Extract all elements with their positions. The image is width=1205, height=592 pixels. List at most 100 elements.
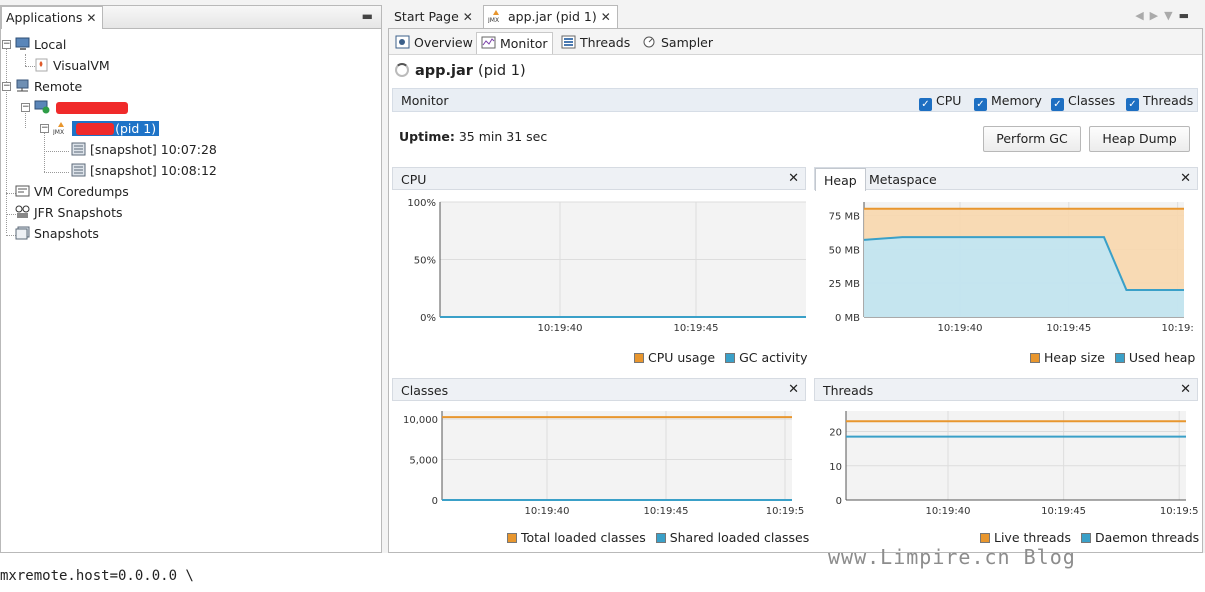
monitor-label: Monitor: [401, 93, 449, 108]
classes-panel: Classes ✕ 10,000 5,000 0 10:19:40 10:19:45 10…: [392, 378, 809, 550]
tab-heap[interactable]: Heap: [815, 168, 866, 191]
tab-label: Start Page: [394, 9, 459, 24]
tab-navigation-icon[interactable]: ◀▶▼▬: [1135, 9, 1195, 22]
tree-item-snapshot[interactable]: [snapshot] 10:08:12: [71, 161, 217, 181]
computer-icon: [15, 37, 31, 51]
svg-text:JMX: JMX: [53, 129, 64, 135]
x-tick-label: 10:19:40: [538, 323, 583, 334]
tab-label: Monitor: [500, 36, 548, 51]
close-icon[interactable]: ✕: [601, 10, 611, 24]
threads-icon: [561, 35, 577, 49]
close-icon[interactable]: ✕: [788, 382, 799, 397]
jmx-app-icon: JMX: [52, 121, 69, 136]
y-tick-label: 5,000: [409, 456, 438, 467]
legend-label: Shared loaded classes: [669, 530, 810, 545]
x-tick-label: 10:19:40: [525, 506, 570, 517]
legend-swatch: [634, 353, 644, 363]
tree-item-snapshots[interactable]: Snapshots: [15, 224, 99, 244]
x-tick-label: 10:19:45: [1041, 506, 1086, 517]
cpu-checkbox[interactable]: ✓ CPU: [919, 93, 961, 111]
tab-start-page[interactable]: Start Page ✕: [390, 6, 479, 29]
close-icon[interactable]: ✕: [1180, 171, 1191, 186]
jfr-icon: [15, 205, 31, 219]
legend-swatch: [507, 533, 517, 543]
app-pid: (pid 1): [478, 63, 526, 79]
tree-item-label: VM Coredumps: [34, 184, 129, 199]
checkbox-label: Classes: [1068, 93, 1116, 108]
tree-item-jfr[interactable]: JFR Snapshots: [15, 203, 122, 223]
tab-overview[interactable]: Overview: [391, 32, 477, 54]
legend-label: Total loaded classes: [521, 530, 646, 545]
heap-legend: Heap size Used heap: [1030, 350, 1195, 365]
close-icon[interactable]: ✕: [463, 10, 473, 24]
applications-panel: Applications ✕ ▬ − − − − Local VisualVM …: [0, 5, 382, 553]
panel-title: CPU: [401, 172, 427, 187]
tree-item-local[interactable]: Local: [15, 35, 66, 55]
close-icon[interactable]: ✕: [788, 171, 799, 186]
applications-tab[interactable]: Applications ✕: [1, 6, 104, 29]
close-icon[interactable]: ✕: [1180, 382, 1191, 397]
tab-metaspace[interactable]: Metaspace: [861, 168, 945, 191]
classes-checkbox[interactable]: ✓ Classes: [1051, 93, 1115, 111]
x-tick-label: 10:19:40: [938, 323, 983, 334]
y-tick-label: 50 MB: [829, 245, 861, 256]
perform-gc-button[interactable]: Perform GC: [983, 126, 1081, 152]
tree-item-remote[interactable]: Remote: [15, 77, 82, 97]
memory-checkbox[interactable]: ✓ Memory: [974, 93, 1042, 111]
tree-item-visualvm[interactable]: VisualVM: [34, 56, 110, 76]
tree-item-label: Snapshots: [34, 226, 99, 241]
threads-chart: 20 10 0 10:19:40 10:19:45 10:19:5: [829, 411, 1198, 517]
svg-text:JMX: JMX: [488, 17, 499, 23]
collapse-app-toggle[interactable]: −: [40, 124, 49, 133]
tree-line: [6, 88, 7, 233]
classes-panel-header: Classes ✕: [392, 378, 806, 401]
tree-item-label: Remote: [34, 79, 83, 94]
network-computer-icon: [15, 79, 31, 93]
threads-legend: Live threads Daemon threads: [980, 530, 1199, 545]
threads-panel: Threads ✕ 20 10 0 10:19:40 10:19:45 10:19:5 L…: [814, 378, 1199, 550]
tab-label: Threads: [580, 35, 631, 50]
x-tick-label: 10:19:5: [766, 506, 805, 517]
collapse-host-toggle[interactable]: −: [21, 103, 30, 112]
heap-dump-button[interactable]: Heap Dump: [1089, 126, 1190, 152]
tree-item-coredumps[interactable]: VM Coredumps: [15, 182, 129, 202]
y-tick-label: 10,000: [403, 415, 438, 426]
cpu-panel: CPU ✕ 100%50%0%10:19:4010:19:4510:19:5 C…: [392, 167, 808, 368]
tree-item-snapshot[interactable]: [snapshot] 10:07:28: [71, 140, 217, 160]
heap-panel: Heap Metaspace ✕ 75 MB 50 MB 25 MB 0 MB 10:1…: [814, 167, 1198, 368]
y-tick-label: 75 MB: [829, 212, 861, 223]
tab-app-jar[interactable]: JMX app.jar (pid 1) ✕: [483, 5, 618, 28]
cpu-panel-header: CPU ✕: [392, 167, 806, 190]
legend-label: Used heap: [1128, 350, 1196, 365]
tab-monitor[interactable]: Monitor: [476, 32, 553, 54]
jmx-app-icon: JMX: [487, 9, 504, 24]
tab-sampler[interactable]: Sampler: [638, 32, 717, 54]
app-content: Overview Monitor Threads Sampler app.jar…: [388, 28, 1203, 553]
collapse-remote-toggle[interactable]: −: [2, 82, 11, 91]
checkbox-label: CPU: [936, 93, 962, 108]
y-tick-label: 0: [432, 496, 438, 507]
minimize-icon[interactable]: ▬: [362, 9, 373, 23]
checkbox-label: Threads: [1143, 93, 1194, 108]
tab-threads[interactable]: Threads: [557, 32, 634, 54]
y-tick-label: 20: [829, 428, 842, 439]
y-tick-label: 50%: [414, 256, 436, 267]
x-tick-label: 10:19:45: [1046, 323, 1091, 334]
uptime-value: 35 min 31 sec: [458, 129, 548, 144]
threads-checkbox[interactable]: ✓ Threads: [1126, 93, 1193, 111]
collapse-local-toggle[interactable]: −: [2, 40, 11, 49]
checkmark-icon: ✓: [1051, 98, 1064, 111]
java-app-icon: [34, 58, 50, 72]
y-tick-label: 0: [836, 496, 842, 507]
x-tick-label: 10:19:45: [644, 506, 689, 517]
close-icon[interactable]: ✕: [86, 11, 96, 25]
classes-chart: 10,000 5,000 0 10:19:40 10:19:45 10:19:5: [403, 411, 805, 517]
tree-item-remote-host[interactable]: [34, 98, 53, 118]
applications-tabstrip: Applications ✕ ▬: [1, 6, 381, 29]
document-tabstrip: Start Page ✕ JMX app.jar (pid 1) ✕ ◀▶▼▬: [386, 5, 1205, 29]
tree-item-label: [snapshot] 10:07:28: [90, 142, 217, 157]
legend-label: Live threads: [994, 530, 1071, 545]
host-connected-icon: [34, 100, 50, 114]
tree-item-label: [snapshot] 10:08:12: [90, 163, 217, 178]
checkmark-icon: ✓: [974, 98, 987, 111]
